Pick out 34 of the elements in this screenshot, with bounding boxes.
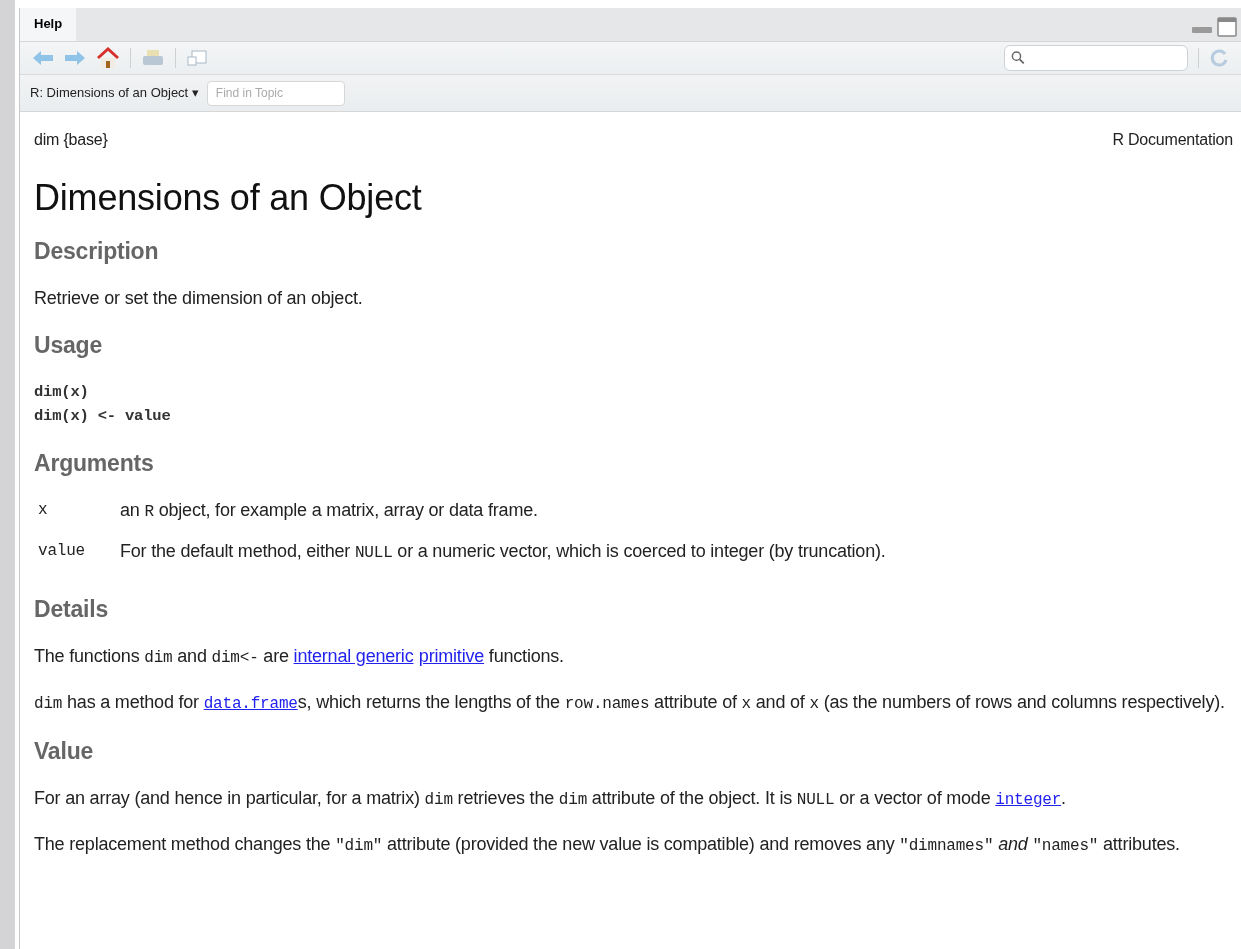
section-heading: Usage bbox=[34, 331, 104, 360]
code-link[interactable]: data.frame bbox=[203, 695, 298, 713]
link[interactable]: internal generic bbox=[293, 646, 414, 666]
paragraph: The replacement method changes the "dim" attribute (provided the new value is compatible) and removes any "dimnames" and "names" attributes. bbox=[34, 833, 1181, 857]
page-title: Dimensions of an Object bbox=[34, 176, 423, 220]
section-heading: Description bbox=[34, 237, 160, 266]
back-arrow-icon[interactable] bbox=[32, 50, 54, 66]
section-heading: Arguments bbox=[34, 449, 155, 478]
usage-code: dim(x) dim(x) <- value bbox=[34, 382, 172, 427]
maximize-icon[interactable] bbox=[1217, 17, 1237, 37]
paragraph: For an array (and hence in particular, for a matrix) dim retrieves the dim attribute of the object. It is NULL or a vector of mode integer. bbox=[34, 787, 1067, 811]
search-field[interactable] bbox=[1004, 45, 1188, 71]
code-link[interactable]: integer bbox=[995, 791, 1062, 809]
section-heading: Value bbox=[34, 737, 95, 766]
argument-description: an R object, for example a matrix, array or data frame. bbox=[120, 499, 539, 523]
paragraph: dim has a method for data.frames, which returns the lengths of the row.names attribute of x and of x (as the numbers of rows and columns respectively). bbox=[34, 691, 1226, 715]
paragraph: The functions dim and dim<- are internal generic primitive functions. bbox=[34, 645, 565, 669]
topic-dropdown[interactable]: R: Dimensions of an Object ▾ bbox=[30, 83, 199, 103]
section-heading: Details bbox=[34, 595, 110, 624]
argument-description: For the default method, either NULL or a numeric vector, which is coerced to integer (by truncation). bbox=[120, 540, 886, 564]
home-icon[interactable] bbox=[96, 47, 120, 69]
printer-icon[interactable] bbox=[141, 48, 165, 68]
paragraph: Retrieve or set the dimension of an object. bbox=[34, 287, 364, 310]
search-icon bbox=[1011, 50, 1026, 66]
refresh-icon[interactable] bbox=[1209, 48, 1229, 68]
popout-window-icon[interactable] bbox=[186, 49, 208, 67]
package-label: dim {base} bbox=[34, 130, 108, 150]
link[interactable]: primitive bbox=[418, 646, 485, 666]
source-label: R Documentation bbox=[1112, 130, 1233, 150]
argument-name: value bbox=[37, 541, 86, 562]
forward-arrow-icon[interactable] bbox=[64, 50, 86, 66]
help-tab[interactable]: Help bbox=[20, 7, 77, 41]
find-in-topic-field[interactable]: Find in Topic bbox=[206, 80, 345, 106]
argument-name: x bbox=[34, 498, 120, 539]
